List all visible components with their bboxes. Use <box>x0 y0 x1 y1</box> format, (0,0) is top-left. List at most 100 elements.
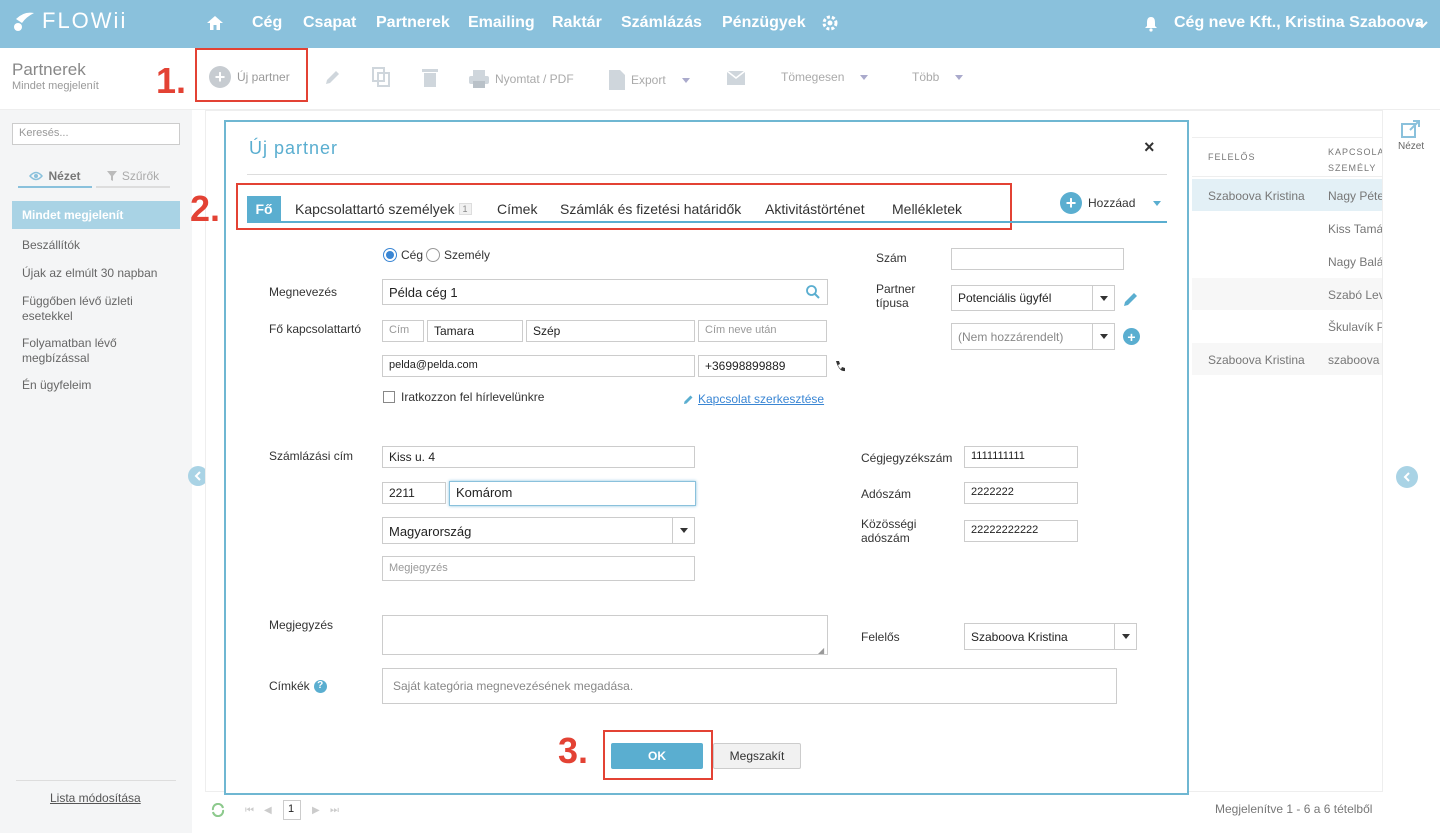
edit-contact-label: Kapcsolat szerkesztése <box>698 392 825 406</box>
tags-label: Címkék <box>269 679 310 693</box>
column-header-contact[interactable]: KAPCSOLA SZEMÉLY <box>1328 144 1382 176</box>
contact-first-name-input[interactable]: Tamara <box>427 320 523 342</box>
sidebar-divider <box>16 780 176 781</box>
newsletter-checkbox[interactable]: Iratkozzon fel hírlevelünkre <box>383 390 544 404</box>
tab-addresses[interactable]: Címek <box>497 201 537 217</box>
view-tab-label: Nézet <box>48 169 81 183</box>
email-field[interactable]: pelda@pelda.com <box>382 355 695 377</box>
sidebar-tab-view[interactable]: Nézet <box>18 166 92 188</box>
add-category-plus-icon[interactable]: + <box>1123 328 1140 345</box>
tab-main[interactable]: Fő <box>247 196 281 222</box>
email-envelope-icon[interactable] <box>726 70 746 88</box>
country-select[interactable]: Magyarország <box>382 517 695 544</box>
bulk-dropdown[interactable]: Tömegesen <box>781 70 869 84</box>
plus-circle-icon: + <box>1060 192 1082 214</box>
unassigned-select[interactable]: (Nem hozzárendelt) <box>951 323 1115 350</box>
resize-handle-icon[interactable]: ◢ <box>818 646 824 655</box>
note-textarea[interactable] <box>382 615 828 655</box>
tags-input[interactable]: Saját kategória megnevezésének megadása. <box>382 668 1117 704</box>
filters-tab-label: Szűrők <box>121 169 160 183</box>
city-input[interactable]: Komárom <box>449 481 696 506</box>
title-placeholder: Cím <box>389 324 410 336</box>
copy-icon[interactable] <box>372 67 390 90</box>
export-dropdown[interactable]: Export <box>609 70 690 90</box>
tab-attachments[interactable]: Mellékletek <box>892 201 962 217</box>
sidebar-item-all[interactable]: Mindet megjelenít <box>22 208 123 223</box>
partner-type-select[interactable]: Potenciális ügyfél <box>951 285 1115 311</box>
nav-item-partnerek[interactable]: Partnerek <box>376 14 450 32</box>
logo[interactable]: FLOWii <box>12 8 127 34</box>
tab-contacts-label: Kapcsolattartó személyek <box>295 201 455 217</box>
caret-down-icon <box>955 74 964 80</box>
name-input[interactable]: Példa cég 1 <box>382 279 828 305</box>
billing-address-label: Számlázási cím <box>269 449 354 463</box>
bell-icon[interactable] <box>1144 16 1158 35</box>
next-page-icon[interactable]: ▶ <box>312 805 320 816</box>
edit-pencil-icon[interactable] <box>324 68 342 89</box>
sidebar-item-pending-deals[interactable]: Függőben lévő üzleti esetekkel <box>22 294 172 324</box>
delete-trash-icon[interactable] <box>422 67 438 90</box>
add-label: Hozzáad <box>1088 196 1136 210</box>
sidebar-item-suppliers[interactable]: Beszállítók <box>22 238 80 253</box>
street-input[interactable]: Kiss u. 4 <box>382 446 695 468</box>
settings-gear-icon[interactable] <box>821 14 839 35</box>
open-view-icon[interactable] <box>1401 120 1421 141</box>
number-input[interactable] <box>951 248 1124 270</box>
radio-person-label: Személy <box>444 248 491 262</box>
contact-suffix-input[interactable]: Cím neve után <box>698 320 827 342</box>
owner-select[interactable]: Szaboova Kristina <box>964 623 1137 650</box>
edit-list-link[interactable]: Lista módosítása <box>50 791 141 805</box>
add-dropdown-button[interactable]: + Hozzáad <box>1060 192 1162 214</box>
note-label: Megjegyzés <box>269 618 334 632</box>
eu-tax-number-input[interactable]: 22222222222 <box>964 520 1078 542</box>
contact-last-name-input[interactable]: Szép <box>526 320 695 342</box>
last-page-icon[interactable]: ⏭ <box>330 805 339 816</box>
home-icon[interactable] <box>206 14 224 35</box>
new-partner-button[interactable]: + Új partner <box>209 66 290 88</box>
tab-activity[interactable]: Aktivitástörténet <box>765 201 865 217</box>
more-dropdown[interactable]: Több <box>912 70 964 84</box>
contact-title-input[interactable]: Cím <box>382 320 424 342</box>
nav-item-szamlazas[interactable]: Számlázás <box>621 14 702 32</box>
nav-item-csapat[interactable]: Csapat <box>303 14 356 32</box>
tab-invoices[interactable]: Számlák és fizetési határidők <box>560 201 741 217</box>
search-icon[interactable] <box>806 285 820 302</box>
sidebar-item-in-progress[interactable]: Folyamatban lévő megbízással <box>22 336 152 366</box>
country-value: Magyarország <box>389 524 472 539</box>
edit-contact-link[interactable]: Kapcsolat szerkesztése <box>683 392 824 406</box>
tab-contacts[interactable]: Kapcsolattartó személyek 1 <box>295 201 472 217</box>
column-header-owner[interactable]: FELELŐS <box>1208 152 1256 162</box>
nav-item-ceg[interactable]: Cég <box>252 14 282 32</box>
nav-item-penzugyek[interactable]: Pénzügyek <box>722 14 806 32</box>
sidebar-item-new-30-days[interactable]: Újak az elmúlt 30 napban <box>22 266 157 281</box>
radio-company[interactable]: Cég <box>383 248 423 262</box>
dropdown-arrow-icon <box>672 518 694 543</box>
contacts-count-badge: 1 <box>458 203 472 215</box>
refresh-icon[interactable] <box>210 802 226 820</box>
collapse-right-icon[interactable] <box>1396 466 1418 488</box>
phone-field[interactable]: +36998899889 <box>698 355 827 377</box>
modal-close-icon[interactable]: × <box>1144 137 1155 158</box>
chevron-down-icon[interactable] <box>1416 18 1428 32</box>
step-1-label: 1. <box>156 60 187 101</box>
first-page-icon[interactable]: ⏮ <box>245 805 254 816</box>
prev-page-icon[interactable]: ◀ <box>264 805 272 816</box>
edit-partner-type-pencil-icon[interactable] <box>1122 290 1140 311</box>
registration-number-input[interactable]: 1111111111 <box>964 446 1078 468</box>
cancel-button[interactable]: Megszakít <box>713 743 801 769</box>
sidebar-tab-filters[interactable]: Szűrők <box>96 166 170 188</box>
tax-number-input[interactable]: 2222222 <box>964 482 1078 504</box>
user-menu[interactable]: Cég neve Kft., Kristina Szaboova <box>1174 14 1424 32</box>
page-number-input[interactable]: 1 <box>283 800 301 820</box>
sidebar-item-my-clients[interactable]: Én ügyfeleim <box>22 378 91 393</box>
sidebar-search-input[interactable]: Keresés... <box>12 123 180 145</box>
zip-input[interactable]: 2211 <box>382 482 446 504</box>
help-question-icon[interactable]: ? <box>313 679 327 693</box>
address-note-input[interactable]: Megjegyzés <box>382 556 695 581</box>
nav-item-emailing[interactable]: Emailing <box>468 14 535 32</box>
radio-person[interactable]: Személy <box>426 248 490 262</box>
right-view-label[interactable]: Nézet <box>1398 141 1424 152</box>
ok-button[interactable]: OK <box>611 743 703 769</box>
print-pdf-button[interactable]: Nyomtat / PDF <box>469 70 574 88</box>
nav-item-raktar[interactable]: Raktár <box>552 14 602 32</box>
